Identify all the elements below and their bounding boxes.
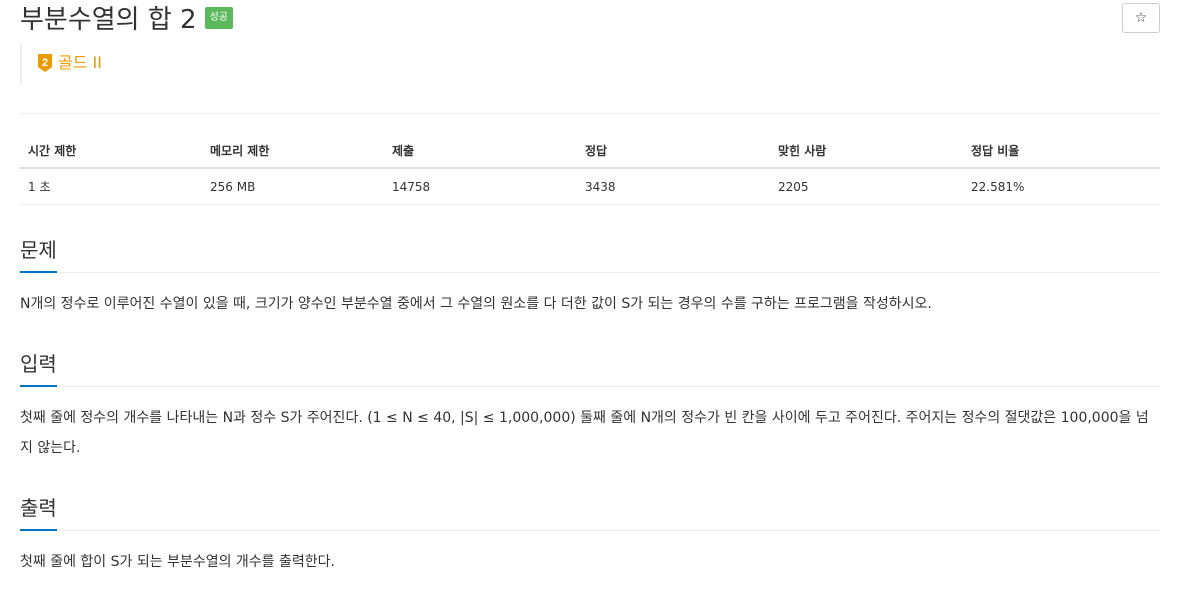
star-icon: ☆ <box>1134 10 1148 26</box>
header-accepted: 정답 <box>577 134 770 169</box>
tier-gold-icon: 2 <box>38 54 52 72</box>
info-header-row: 시간 제한 메모리 제한 제출 정답 맞힌 사람 정답 비율 <box>20 134 1160 169</box>
header-accept-ratio: 정답 비율 <box>963 134 1160 169</box>
header-time-limit: 시간 제한 <box>20 134 202 169</box>
problem-page: 부분수열의 합 2 성공 ☆ 2 골드 II 시간 제한 메모리 제한 제출 정답… <box>20 0 1160 570</box>
description-section: 문제 N개의 정수로 이루어진 수열이 있을 때, 크기가 양수인 부분수열 중… <box>20 236 1160 319</box>
output-headline: 출력 <box>20 494 1160 531</box>
input-headline: 입력 <box>20 350 1160 387</box>
value-memory-limit: 256 MB <box>202 168 384 205</box>
problem-info-table: 시간 제한 메모리 제한 제출 정답 맞힌 사람 정답 비율 1 초 256 M… <box>20 134 1160 205</box>
header-memory-limit: 메모리 제한 <box>202 134 384 169</box>
description-body: N개의 정수로 이루어진 수열이 있을 때, 크기가 양수인 부분수열 중에서 … <box>20 296 932 312</box>
tier-level-text: 2 <box>42 57 48 69</box>
value-time-limit: 1 초 <box>20 168 202 205</box>
header-submissions: 제출 <box>384 134 577 169</box>
problem-title: 부분수열의 합 2 <box>20 5 197 35</box>
input-body: 첫째 줄에 정수의 개수를 나타내는 N과 정수 S가 주어진다. (1 ≤ N… <box>20 410 1149 456</box>
favorite-star-button[interactable]: ☆ <box>1122 3 1160 33</box>
header-solved-users: 맞힌 사람 <box>770 134 963 169</box>
description-title: 문제 <box>20 236 57 273</box>
input-section: 입력 첫째 줄에 정수의 개수를 나타내는 N과 정수 S가 주어진다. (1 … <box>20 350 1160 463</box>
description-headline: 문제 <box>20 236 1160 273</box>
input-title: 입력 <box>20 350 57 387</box>
tier-label: 골드 II <box>58 53 102 72</box>
page-title: 부분수열의 합 2 성공 <box>20 2 233 38</box>
value-accept-ratio: 22.581% <box>963 168 1160 205</box>
tier-link[interactable]: 2 골드 II <box>37 53 102 73</box>
output-section: 출력 첫째 줄에 합이 S가 되는 부분수열의 개수를 출력한다. <box>20 494 1160 577</box>
info-value-row: 1 초 256 MB 14758 3438 2205 22.581% <box>20 168 1160 205</box>
value-accepted: 3438 <box>577 168 770 205</box>
header-divider <box>20 113 1160 114</box>
title-row: 부분수열의 합 2 성공 ☆ <box>20 0 1160 44</box>
value-submissions: 14758 <box>384 168 577 205</box>
output-body: 첫째 줄에 합이 S가 되는 부분수열의 개수를 출력한다. <box>20 554 335 570</box>
status-badge: 성공 <box>204 6 233 29</box>
tier-block: 2 골드 II <box>20 44 102 84</box>
output-title: 출력 <box>20 494 57 531</box>
value-solved-users: 2205 <box>770 168 963 205</box>
